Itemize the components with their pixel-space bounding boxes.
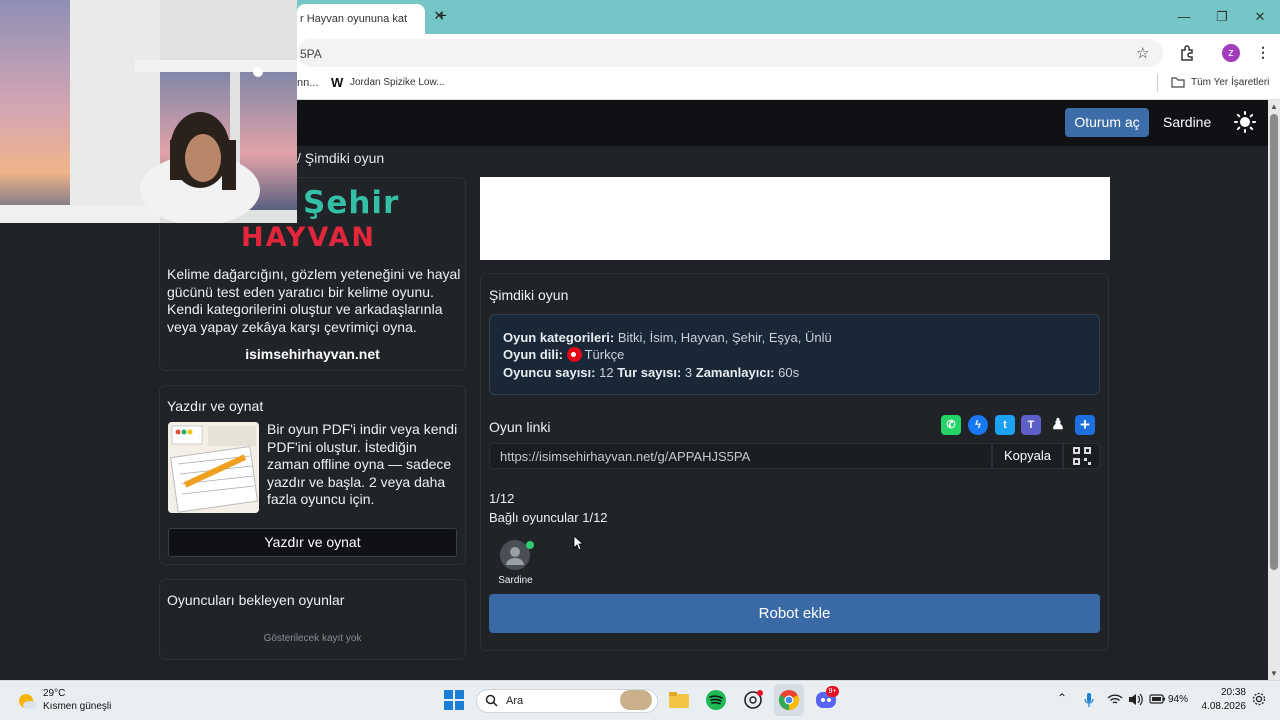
url-input[interactable]: 5PA — [297, 39, 1163, 67]
mouse-cursor-icon — [573, 535, 585, 551]
print-and-play-button[interactable]: Yazdır ve oynat — [168, 528, 457, 557]
windows-start-icon[interactable] — [443, 689, 465, 711]
bookmark-item[interactable]: nn... — [297, 77, 318, 89]
categories-label: Oyun kategorileri: — [503, 330, 615, 345]
webcam-overlay — [0, 0, 297, 223]
battery-percent[interactable]: 94% — [1168, 694, 1188, 705]
login-button[interactable]: Oturum aç — [1065, 108, 1149, 137]
bookmark-star-icon[interactable]: ☆ — [1136, 44, 1149, 62]
players-label: Oyuncu sayısı: — [503, 365, 596, 380]
spotify-icon[interactable] — [705, 689, 727, 711]
minimize-icon[interactable]: — — [1172, 6, 1196, 28]
language-value: Türkçe — [584, 347, 625, 362]
search-label: Ara — [506, 695, 524, 707]
sun-icon[interactable] — [1234, 111, 1256, 133]
categories-line: Oyun kategorileri: Bitki, İsim, Hayvan, … — [503, 330, 832, 345]
weather-temperature[interactable]: 29°C — [43, 688, 65, 699]
current-game-title: Şimdiki oyun — [489, 287, 569, 303]
scroll-up-icon[interactable]: ▲ — [1270, 102, 1278, 111]
print-card-description: Bir oyun PDF'i indir veya kendi PDF'ini … — [267, 421, 458, 507]
profile-avatar[interactable]: z — [1222, 44, 1240, 62]
weather-description[interactable]: Kısmen güneşli — [43, 701, 111, 712]
microphone-icon[interactable] — [1084, 692, 1094, 708]
file-explorer-icon[interactable] — [668, 689, 690, 711]
connected-players: Bağlı oyuncular 1/12 — [489, 510, 608, 525]
qr-code-button[interactable] — [1063, 443, 1100, 469]
no-records-text: Gösterilecek kayıt yok — [263, 633, 362, 644]
bookmark-divider — [1157, 74, 1158, 92]
share-plus-icon[interactable]: + — [1075, 415, 1095, 435]
logo-sehir[interactable]: Şehir — [303, 185, 399, 221]
browser-tab[interactable]: r Hayvan oyununa kat — [297, 4, 425, 34]
turkey-flag-icon — [566, 347, 582, 362]
snapchat-icon[interactable]: ♟ — [1048, 415, 1068, 435]
teams-icon[interactable]: T — [1021, 415, 1041, 435]
breadcrumb: / Şimdiki oyun — [297, 150, 385, 166]
game-link-label: Oyun linki — [489, 419, 551, 435]
chatgpt-icon[interactable] — [742, 689, 764, 711]
game-link-input[interactable]: https://isimsehirhayvan.net/g/APPAHJS5PA — [489, 443, 992, 469]
site-name: isimsehirhayvan.net — [245, 346, 380, 362]
messenger-icon[interactable]: ϟ — [968, 415, 988, 435]
add-robot-button[interactable]: Robot ekle — [489, 594, 1100, 633]
maximize-icon[interactable]: ❐ — [1210, 6, 1234, 28]
new-tab-button[interactable]: + — [432, 6, 452, 26]
chrome-icon[interactable] — [778, 689, 800, 711]
player-count: 1/12 — [489, 491, 515, 506]
discord-badge: 9+ — [826, 686, 839, 697]
scrollbar-thumb[interactable] — [1270, 114, 1278, 570]
settings-line: Oyuncu sayısı: 12 Tur sayısı: 3 Zamanlay… — [503, 365, 799, 380]
chevron-up-icon[interactable]: ⌃ — [1057, 691, 1067, 705]
battery-icon[interactable] — [1149, 693, 1166, 705]
players-value: 12 — [599, 365, 614, 380]
browser-menu-icon[interactable]: ⋮ — [1256, 44, 1270, 61]
search-icon — [485, 694, 498, 707]
clock-time[interactable]: 20:38 — [1214, 687, 1246, 698]
scroll-down-icon[interactable]: ▼ — [1270, 669, 1278, 678]
rounds-value: 3 — [684, 365, 693, 380]
categories-value: Bitki, İsim, Hayvan, Şehir, Eşya, Ünlü — [617, 330, 832, 345]
waiting-games-title: Oyuncuları bekleyen oyunlar — [167, 592, 345, 608]
copy-button[interactable]: Kopyala — [992, 443, 1063, 469]
ad-banner[interactable] — [480, 177, 1110, 260]
bookmark-favicon: W — [331, 75, 344, 90]
clock-date[interactable]: 4.08.2026 — [1190, 701, 1247, 712]
bookmark-item[interactable]: Jordan Spizike Low... — [350, 77, 445, 88]
wifi-icon[interactable] — [1107, 693, 1123, 706]
folder-icon — [1171, 77, 1185, 88]
timer-label: Zamanlayıcı: — [695, 365, 775, 380]
user-name[interactable]: Sardine — [1163, 114, 1211, 130]
rounds-label: Tur sayısı: — [617, 365, 682, 380]
language-label: Oyun dili: — [503, 347, 563, 362]
extensions-icon[interactable] — [1179, 45, 1195, 61]
whatsapp-icon[interactable]: ✆ — [941, 415, 961, 435]
print-card-title: Yazdır ve oynat — [167, 398, 264, 414]
online-status-dot — [526, 541, 534, 549]
print-preview-image — [168, 422, 259, 513]
language-line: Oyun dili: Türkçe — [503, 347, 624, 362]
window-close-icon[interactable]: ✕ — [1248, 6, 1272, 28]
notification-gear-icon[interactable] — [1252, 692, 1266, 706]
qr-code-icon — [1073, 447, 1091, 465]
player-name: Sardine — [498, 575, 533, 586]
volume-icon[interactable] — [1128, 693, 1143, 706]
logo-hayvan[interactable]: HAYVAN — [241, 222, 376, 253]
twitter-icon[interactable]: t — [995, 415, 1015, 435]
search-highlight-icon — [620, 690, 652, 710]
game-description: Kelime dağarcığını, gözlem yeteneğini ve… — [167, 266, 461, 335]
timer-value: 60s — [778, 365, 800, 380]
all-bookmarks[interactable]: Tüm Yer İşaretleri — [1191, 77, 1269, 88]
weather-sun-icon[interactable] — [16, 689, 38, 711]
